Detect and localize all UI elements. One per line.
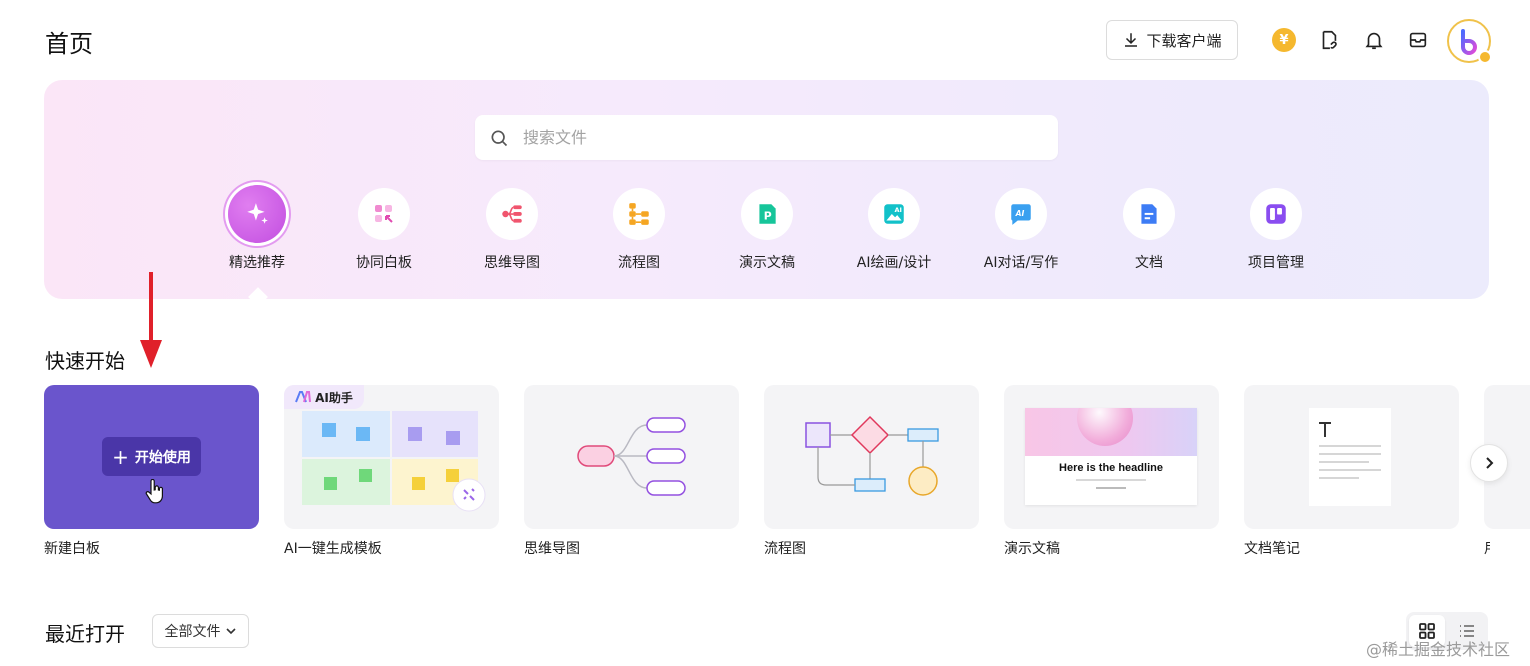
category-label: 项目管理 bbox=[1248, 255, 1304, 271]
card-label: 流程图 bbox=[764, 541, 806, 557]
red-arrow-annotation-icon bbox=[140, 272, 162, 368]
file-filter-label: 全部文件 bbox=[164, 624, 221, 640]
ai-template-card[interactable]: AI助手 bbox=[284, 385, 499, 529]
recent-title: 最近打开 bbox=[45, 622, 125, 646]
svg-text:AI: AI bbox=[895, 206, 902, 214]
category-label: 协同白板 bbox=[356, 255, 412, 271]
category-document[interactable]: 文档 bbox=[1089, 188, 1209, 272]
document-icon bbox=[1123, 188, 1175, 240]
chevron-down-icon bbox=[225, 628, 236, 635]
ai-chat-icon: AI bbox=[995, 188, 1047, 240]
download-client-button[interactable]: 下载客户端 bbox=[1106, 20, 1238, 60]
ai-assistant-tag: AI助手 bbox=[284, 385, 364, 409]
file-filter-dropdown[interactable]: 全部文件 bbox=[152, 614, 249, 648]
category-label: 流程图 bbox=[618, 255, 660, 271]
bell-icon[interactable] bbox=[1362, 28, 1386, 52]
card-label: AI一键生成模板 bbox=[284, 541, 382, 557]
svg-text:P: P bbox=[764, 209, 772, 222]
svg-text:AI: AI bbox=[1015, 209, 1025, 218]
mindmap-preview bbox=[577, 417, 686, 496]
start-button[interactable]: + 开始使用 bbox=[102, 437, 201, 476]
category-presentation[interactable]: P 演示文稿 bbox=[707, 188, 827, 272]
ai-logo-icon bbox=[295, 391, 312, 403]
new-whiteboard-card[interactable]: + 开始使用 bbox=[44, 385, 259, 529]
category-ai-painting[interactable]: AI AI绘画/设计 bbox=[834, 188, 954, 272]
flowchart-icon bbox=[613, 188, 665, 240]
watermark: @稀土掘金技术社区 bbox=[1366, 640, 1511, 659]
document-preview bbox=[1309, 408, 1391, 506]
category-ai-chat[interactable]: AI AI对话/写作 bbox=[961, 188, 1081, 272]
user-avatar[interactable] bbox=[1447, 19, 1492, 64]
page-title: 首页 bbox=[45, 30, 93, 58]
coin-icon[interactable]: ¥ bbox=[1272, 28, 1296, 52]
card-label: 文档笔记 bbox=[1244, 541, 1300, 557]
carousel-next-button[interactable] bbox=[1470, 444, 1508, 482]
category-label: AI对话/写作 bbox=[983, 255, 1059, 271]
mindmap-icon bbox=[486, 188, 538, 240]
quick-start-title: 快速开始 bbox=[45, 349, 125, 373]
sparkle-icon bbox=[228, 185, 286, 243]
hand-cursor-icon bbox=[145, 479, 163, 504]
card-label: 用 bbox=[1484, 538, 1490, 558]
flowchart-card[interactable] bbox=[764, 385, 979, 529]
project-icon bbox=[1250, 188, 1302, 240]
category-label: AI绘画/设计 bbox=[856, 255, 932, 271]
category-mindmap[interactable]: 思维导图 bbox=[452, 188, 572, 272]
category-whiteboard[interactable]: 协同白板 bbox=[324, 188, 444, 272]
inbox-icon[interactable] bbox=[1406, 28, 1430, 52]
ai-assistant-tag-label: AI助手 bbox=[315, 390, 353, 405]
ai-painting-icon: AI bbox=[868, 188, 920, 240]
search-icon bbox=[491, 130, 508, 146]
presentation-card[interactable]: Here is the headline bbox=[1004, 385, 1219, 529]
start-button-label: 开始使用 bbox=[134, 449, 191, 466]
category-flowchart[interactable]: 流程图 bbox=[579, 188, 699, 272]
slide-headline: Here is the headline bbox=[1059, 462, 1163, 474]
flowchart-preview bbox=[805, 415, 939, 496]
vip-badge-icon bbox=[1478, 50, 1492, 64]
category-label: 演示文稿 bbox=[739, 255, 795, 271]
search-box[interactable] bbox=[475, 115, 1058, 160]
brand-logo-icon bbox=[1461, 29, 1477, 55]
category-label: 思维导图 bbox=[484, 255, 540, 271]
chevron-right-icon bbox=[1486, 457, 1494, 469]
download-client-label: 下载客户端 bbox=[1146, 31, 1222, 50]
document-notes-card[interactable] bbox=[1244, 385, 1459, 529]
whiteboard-icon bbox=[358, 188, 410, 240]
card-label: 新建白板 bbox=[44, 541, 100, 557]
presentation-icon: P bbox=[741, 188, 793, 240]
category-label: 文档 bbox=[1135, 255, 1163, 271]
card-label: 思维导图 bbox=[524, 541, 580, 557]
search-input[interactable] bbox=[523, 128, 1003, 147]
plus-icon: + bbox=[112, 444, 129, 469]
slide-preview: Here is the headline bbox=[1025, 408, 1197, 505]
category-label: 精选推荐 bbox=[229, 255, 285, 271]
category-project[interactable]: 项目管理 bbox=[1216, 188, 1336, 272]
category-featured[interactable]: 精选推荐 bbox=[197, 185, 317, 272]
mindmap-card[interactable] bbox=[524, 385, 739, 529]
share-link-icon[interactable] bbox=[1317, 28, 1341, 52]
download-icon bbox=[1125, 33, 1138, 47]
slide-banner bbox=[1025, 408, 1197, 456]
card-label: 演示文稿 bbox=[1004, 541, 1060, 557]
